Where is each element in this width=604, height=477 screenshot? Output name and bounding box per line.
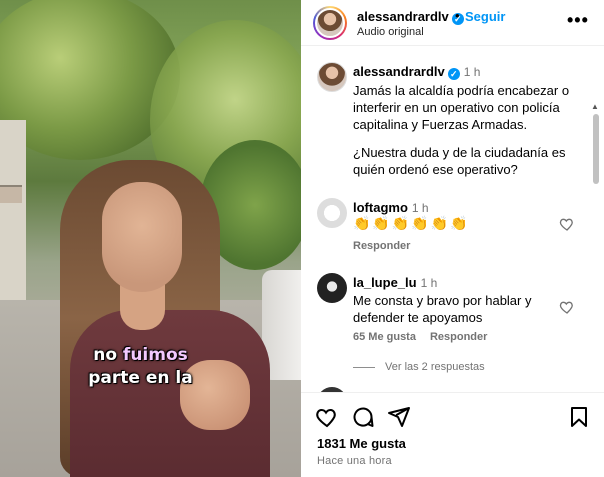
comment-time: 1 h — [420, 276, 438, 290]
post-timestamp: Hace una hora — [317, 455, 392, 467]
commenter-avatar[interactable] — [317, 198, 347, 228]
comments-scrollbar[interactable]: ▲ ▼ — [591, 102, 599, 392]
scrollbar-thumb[interactable] — [593, 114, 599, 184]
post-caption-p2: ¿Nuestra duda y de la ciudadanía es quié… — [353, 145, 566, 177]
view-replies-button[interactable]: Ver las 2 respuestas — [353, 361, 485, 373]
author-username-text: alessandrardlv — [357, 9, 449, 24]
post-time: 1 h — [463, 65, 481, 79]
post-username-text: alessandrardlv — [353, 64, 445, 79]
comment-text: 👏👏👏👏👏👏 — [353, 215, 470, 231]
post-actions: 1831 Me gusta Hace una hora — [301, 392, 604, 477]
audio-label[interactable]: Audio original — [357, 26, 424, 38]
background-building — [0, 120, 26, 320]
caption-highlight: fuimos — [122, 345, 188, 365]
post-header: alessandrardlv ✓ • Seguir Audio original … — [301, 0, 604, 46]
commenter-username-text: la_lupe_lu — [353, 275, 417, 290]
comment-icon[interactable] — [351, 405, 375, 429]
heart-icon[interactable] — [559, 216, 575, 232]
building-balcony — [0, 185, 22, 203]
commenter-username[interactable]: loftagmo 1 h — [353, 200, 429, 215]
post-author-username[interactable]: alessandrardlv ✓ 1 h — [353, 64, 480, 80]
heart-icon[interactable] — [559, 299, 575, 315]
commenter-username-text: loftagmo — [353, 200, 408, 215]
replies-divider — [353, 366, 375, 368]
comment-meta: Responder — [353, 240, 424, 252]
heart-icon[interactable] — [315, 405, 339, 429]
verified-icon: ✓ — [447, 68, 460, 80]
post-panel: alessandrardlv ✓ • Seguir Audio original … — [301, 0, 604, 477]
reply-button[interactable]: Responder — [430, 331, 487, 343]
share-icon[interactable] — [387, 405, 411, 429]
follow-button[interactable]: Seguir — [465, 9, 505, 24]
scroll-up-icon[interactable]: ▲ — [591, 102, 599, 111]
like-count[interactable]: 1831 Me gusta — [317, 436, 406, 451]
post-author-avatar[interactable] — [317, 62, 347, 92]
author-avatar[interactable] — [313, 6, 347, 40]
view-replies-text: Ver las 2 respuestas — [385, 361, 485, 373]
author-username[interactable]: alessandrardlv ✓ — [357, 9, 464, 25]
bookmark-icon[interactable] — [567, 405, 591, 429]
commenter-username[interactable]: la_lupe_lu 1 h — [353, 275, 437, 290]
video-caption-line1: no fuimos — [0, 345, 291, 365]
post-caption-p1: Jamás la alcaldía podría encabezar o int… — [353, 83, 570, 132]
commenter-avatar[interactable] — [317, 273, 347, 303]
more-options-icon[interactable]: ••• — [567, 10, 589, 31]
comments-section[interactable]: alessandrardlv ✓ 1 h Jamás la alcaldía pod… — [301, 47, 604, 392]
video-caption-line2: parte en la — [88, 368, 193, 388]
speaker — [60, 160, 270, 477]
reply-button[interactable]: Responder — [353, 240, 410, 252]
separator-dot: • — [455, 8, 460, 23]
reel-video[interactable]: no fuimos parte en la — [0, 0, 301, 477]
caption-word: no — [93, 345, 123, 365]
comment-likes[interactable]: 65 Me gusta — [353, 331, 416, 343]
comment-time: 1 h — [411, 201, 429, 215]
comment-text: Me consta y bravo por hablar y defender … — [353, 293, 532, 325]
comment-meta: 65 Me gusta Responder — [353, 331, 501, 343]
speaker-face — [102, 182, 182, 292]
